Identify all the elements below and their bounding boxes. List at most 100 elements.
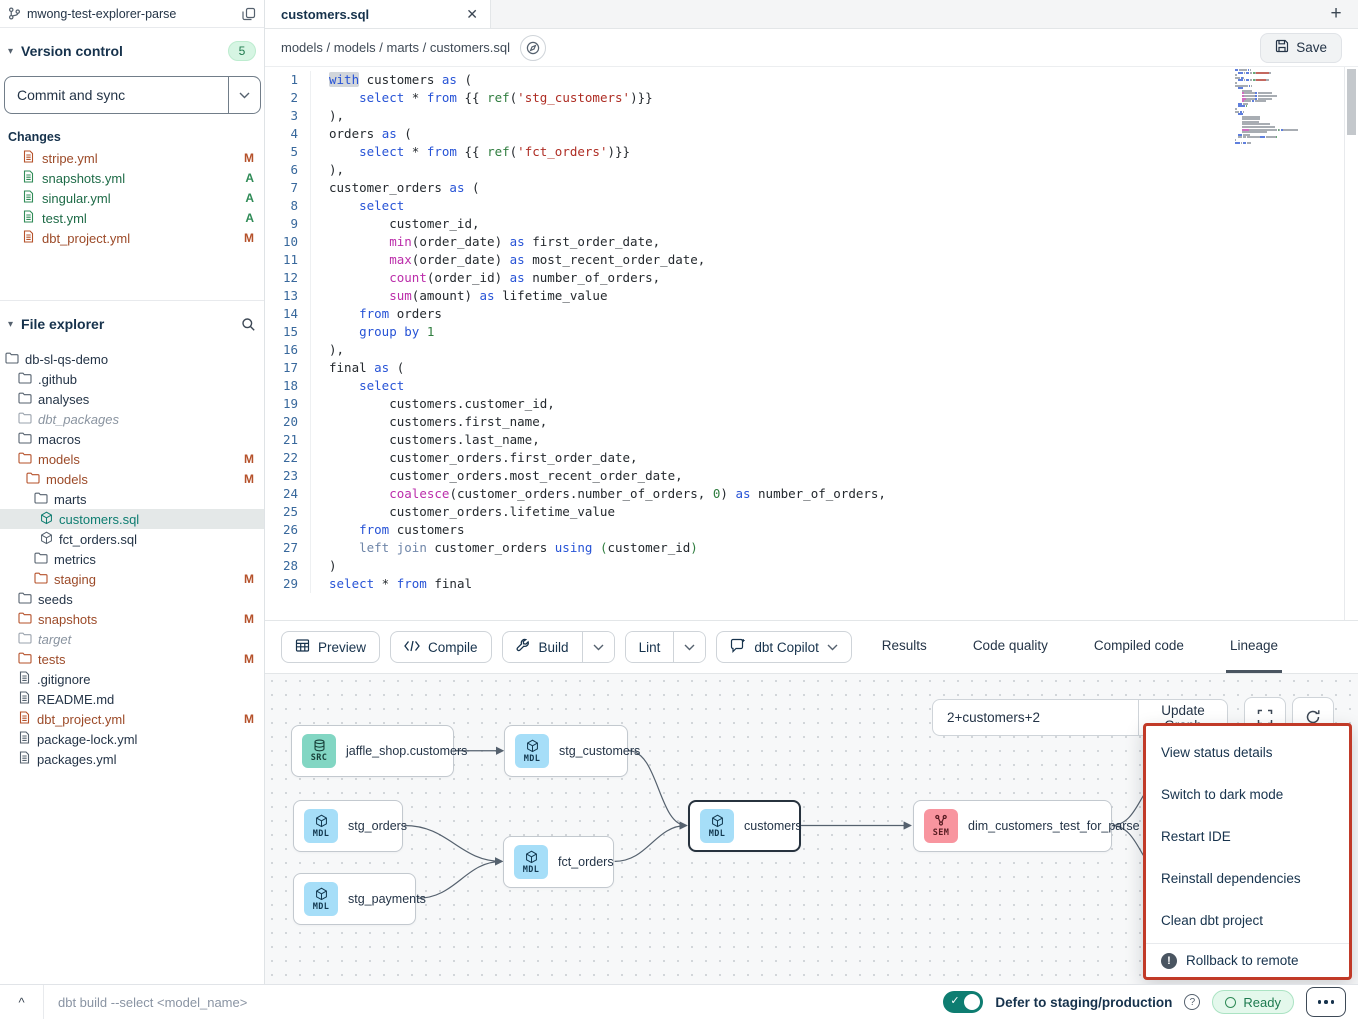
save-button[interactable]: Save xyxy=(1260,33,1342,63)
tab-compiled-code[interactable]: Compiled code xyxy=(1090,621,1188,673)
tree-item-models[interactable]: modelsM xyxy=(0,469,264,489)
menu-item-clean-dbt-project[interactable]: Clean dbt project xyxy=(1146,899,1349,941)
tab-customers-sql[interactable]: customers.sql ✕ xyxy=(265,0,491,28)
tree-item-seeds[interactable]: seeds xyxy=(0,589,264,609)
copy-branch-button[interactable] xyxy=(242,7,256,21)
line-content: min(order_date) as first_order_date, xyxy=(310,233,660,251)
tree-item-db-sl-qs-demo[interactable]: db-sl-qs-demo xyxy=(0,349,264,369)
tree-item-dbt-packages[interactable]: dbt_packages xyxy=(0,409,264,429)
file-icon xyxy=(18,671,31,687)
change-row[interactable]: test.ymlA xyxy=(0,208,264,228)
node-label: dim_customers_test_for_parse xyxy=(968,819,1140,833)
menu-item-restart-ide[interactable]: Restart IDE xyxy=(1146,815,1349,857)
tree-item-analyses[interactable]: analyses xyxy=(0,389,264,409)
tree-item--github[interactable]: .github xyxy=(0,369,264,389)
build-dropdown[interactable] xyxy=(582,632,614,662)
code-line-22: 22 customer_orders.first_order_date, xyxy=(265,449,1344,467)
lineage-node-stg_payments[interactable]: MDLstg_payments xyxy=(293,873,416,925)
change-file-name: singular.yml xyxy=(42,191,238,206)
tree-item-metrics[interactable]: metrics xyxy=(0,549,264,569)
line-number: 7 xyxy=(265,179,310,197)
version-control-header[interactable]: ▾ Version control 5 xyxy=(0,34,264,68)
scrollbar-thumb[interactable] xyxy=(1347,69,1356,135)
file-explorer-section: ▾ File explorer db-sl-qs-demo.githubanal… xyxy=(0,300,264,769)
change-row[interactable]: snapshots.ymlA xyxy=(0,168,264,188)
new-tab-button[interactable]: + xyxy=(1314,0,1358,28)
tree-item-package-lock-yml[interactable]: package-lock.yml xyxy=(0,729,264,749)
lineage-node-dim[interactable]: SEMdim_customers_test_for_parse xyxy=(913,800,1112,852)
mdl-badge-icon: MDL xyxy=(304,882,338,916)
tab-lineage[interactable]: Lineage xyxy=(1226,621,1282,673)
commit-and-sync-button[interactable]: Commit and sync xyxy=(4,76,261,114)
tree-item-packages-yml[interactable]: packages.yml xyxy=(0,749,264,769)
tree-item-customers-sql[interactable]: customers.sql xyxy=(0,509,264,529)
editor-tabbar: customers.sql ✕ + xyxy=(265,0,1358,29)
editor-scrollbar[interactable] xyxy=(1344,67,1358,620)
file-explorer-header[interactable]: ▾ File explorer xyxy=(0,307,264,341)
change-row[interactable]: dbt_project.ymlM xyxy=(0,228,264,248)
code-editor[interactable]: 1with customers as (2 select * from {{ r… xyxy=(265,66,1358,621)
close-tab-icon[interactable]: ✕ xyxy=(466,6,478,23)
lint-dropdown[interactable] xyxy=(673,632,705,662)
tab-code-quality[interactable]: Code quality xyxy=(969,621,1052,673)
change-row[interactable]: singular.ymlA xyxy=(0,188,264,208)
tree-item-macros[interactable]: macros xyxy=(0,429,264,449)
code-line-10: 10 min(order_date) as first_order_date, xyxy=(265,233,1344,251)
file-icon xyxy=(22,170,35,186)
file-icon xyxy=(22,150,35,166)
search-icon[interactable] xyxy=(241,317,256,332)
line-content: from customers xyxy=(310,521,464,539)
defer-toggle[interactable]: ✓ xyxy=(943,991,983,1013)
breadcrumb-row: models / models / marts / customers.sql … xyxy=(265,29,1358,66)
main-panel: customers.sql ✕ + models / models / mart… xyxy=(265,0,1358,984)
lineage-node-jaffle[interactable]: SRCjaffle_shop.customers xyxy=(291,725,454,777)
lineage-node-fct_orders[interactable]: MDLfct_orders xyxy=(503,836,614,888)
commit-options-dropdown[interactable] xyxy=(228,77,260,113)
build-button[interactable]: Build xyxy=(503,632,582,662)
expand-command-bar-button[interactable]: ^ xyxy=(0,985,44,1019)
menu-item-view-status-details[interactable]: View status details xyxy=(1146,731,1349,773)
node-label: stg_orders xyxy=(348,819,407,833)
more-options-button[interactable] xyxy=(1306,987,1346,1017)
line-content: customer_id, xyxy=(310,215,480,233)
compile-button[interactable]: Compile xyxy=(390,631,492,663)
lint-button[interactable]: Lint xyxy=(626,632,674,662)
tree-item-models[interactable]: modelsM xyxy=(0,449,264,469)
change-row[interactable]: stripe.ymlM xyxy=(0,148,264,168)
menu-item-reinstall-dependencies[interactable]: Reinstall dependencies xyxy=(1146,857,1349,899)
tree-item-readme-md[interactable]: README.md xyxy=(0,689,264,709)
branch-bar: mwong-test-explorer-parse xyxy=(0,0,264,28)
tree-item-staging[interactable]: stagingM xyxy=(0,569,264,589)
tree-item-marts[interactable]: marts xyxy=(0,489,264,509)
file-icon xyxy=(22,190,35,206)
line-number: 14 xyxy=(265,305,310,323)
lineage-node-customers[interactable]: MDLcustomers xyxy=(688,800,801,852)
changes-label: Changes xyxy=(0,116,264,148)
tree-item-tests[interactable]: testsM xyxy=(0,649,264,669)
menu-item-rollback-to-remote[interactable]: ! Rollback to remote xyxy=(1146,944,1349,977)
line-number: 17 xyxy=(265,359,310,377)
chevron-down-icon: ▾ xyxy=(8,46,13,57)
menu-item-switch-to-dark-mode[interactable]: Switch to dark mode xyxy=(1146,773,1349,815)
tree-item-snapshots[interactable]: snapshotsM xyxy=(0,609,264,629)
help-icon[interactable]: ? xyxy=(1184,994,1200,1010)
dbt-copilot-button[interactable]: dbt Copilot xyxy=(716,631,852,663)
lineage-selector-input[interactable] xyxy=(933,700,1138,735)
tree-item-status: M xyxy=(244,712,254,726)
lint-label: Lint xyxy=(639,640,661,655)
tab-results[interactable]: Results xyxy=(878,621,931,673)
tree-item-target[interactable]: target xyxy=(0,629,264,649)
compass-icon[interactable] xyxy=(520,35,546,61)
editor-minimap[interactable] xyxy=(1235,69,1332,149)
tree-item-name: customers.sql xyxy=(59,512,254,527)
branch-name: mwong-test-explorer-parse xyxy=(27,7,236,21)
tree-item-dbt-project-yml[interactable]: dbt_project.ymlM xyxy=(0,709,264,729)
folder-icon xyxy=(18,612,32,627)
lineage-node-stg_customers[interactable]: MDLstg_customers xyxy=(504,725,628,777)
command-input-placeholder[interactable]: dbt build --select <model_name> xyxy=(44,995,943,1010)
lineage-node-stg_orders[interactable]: MDLstg_orders xyxy=(293,800,403,852)
tree-item-fct-orders-sql[interactable]: fct_orders.sql xyxy=(0,529,264,549)
tree-item-name: macros xyxy=(38,432,254,447)
tree-item--gitignore[interactable]: .gitignore xyxy=(0,669,264,689)
preview-button[interactable]: Preview xyxy=(281,631,380,663)
